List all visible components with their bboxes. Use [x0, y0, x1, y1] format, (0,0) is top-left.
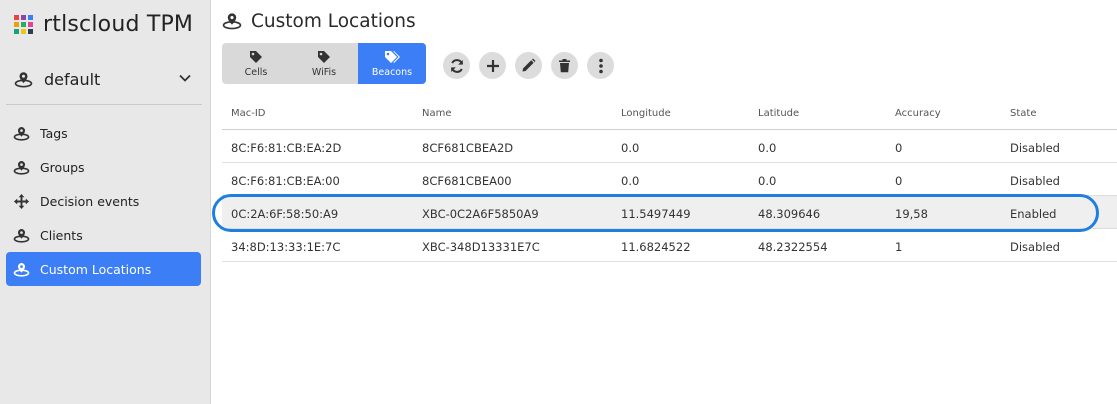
refresh-icon: [450, 58, 463, 73]
location-pin-icon: [13, 262, 30, 277]
tenant-selector[interactable]: default: [14, 65, 196, 93]
cell-name: 8CF681CBEA00: [422, 174, 512, 188]
location-pin-icon: [222, 13, 242, 30]
chevron-down-icon: [179, 74, 191, 82]
add-button[interactable]: [479, 52, 506, 79]
tag-icon: [250, 50, 262, 63]
tags-icon: [385, 50, 400, 63]
sidebar-item-custom-locations[interactable]: Custom Locations: [6, 252, 201, 286]
cell-accuracy: 0: [895, 174, 903, 188]
sidebar-item-label: Custom Locations: [40, 261, 152, 277]
sidebar-nav: Tags Groups Decision events Clients Cust…: [6, 116, 201, 286]
table-row[interactable]: 8C:F6:81:CB:EA:00 8CF681CBEA00 0.0 0.0 0…: [222, 163, 1117, 196]
cell-longitude: 11.5497449: [621, 207, 691, 221]
sidebar-item-label: Tags: [40, 125, 68, 141]
cell-latitude: 48.309646: [758, 207, 821, 221]
tag-icon: [318, 50, 330, 63]
sidebar-item-decision-events[interactable]: Decision events: [6, 184, 201, 218]
edit-button[interactable]: [515, 52, 542, 79]
cell-accuracy: 1: [895, 240, 903, 254]
cell-longitude: 0.0: [621, 141, 640, 155]
cell-latitude: 0.0: [758, 141, 777, 155]
cell-state: Disabled: [1010, 240, 1060, 254]
cell-state: Disabled: [1010, 141, 1060, 155]
sidebar-item-tags[interactable]: Tags: [6, 116, 201, 150]
cell-accuracy: 19,58: [895, 207, 928, 221]
tab-label: Cells: [244, 66, 268, 78]
table-header: Mac-ID Name Longitude Latitude Accuracy …: [222, 98, 1117, 130]
location-type-tabs: Cells WiFis Beacons: [222, 43, 426, 84]
brand[interactable]: rtlscloud TPM: [14, 10, 193, 38]
cell-latitude: 0.0: [758, 174, 777, 188]
location-pin-icon: [13, 160, 30, 175]
page-title: Custom Locations: [251, 10, 416, 32]
page-header: Custom Locations: [222, 9, 416, 33]
sidebar-item-label: Clients: [40, 227, 83, 243]
location-pin-icon: [13, 126, 30, 141]
move-arrows-icon: [13, 193, 30, 209]
column-header-longitude[interactable]: Longitude: [621, 98, 671, 129]
cell-name: XBC-348D13331E7C: [422, 240, 540, 254]
cell-mac-id: 34:8D:13:33:1E:7C: [231, 240, 341, 254]
location-pin-icon: [13, 228, 30, 243]
column-header-accuracy[interactable]: Accuracy: [895, 98, 941, 129]
sidebar-divider: [6, 104, 202, 105]
table-row-highlighted[interactable]: 0C:2A:6F:58:50:A9 XBC-0C2A6F5850A9 11.54…: [222, 196, 1117, 229]
brand-name: rtlscloud TPM: [43, 11, 194, 37]
cell-mac-id: 8C:F6:81:CB:EA:2D: [231, 141, 342, 155]
cell-state: Disabled: [1010, 174, 1060, 188]
tenant-label: default: [44, 69, 101, 89]
sidebar-item-label: Decision events: [40, 193, 140, 209]
plus-icon: [486, 59, 499, 72]
tab-label: WiFis: [311, 66, 337, 78]
more-vertical-icon: [598, 58, 603, 73]
brand-logo: [14, 14, 33, 34]
cell-longitude: 11.6824522: [621, 240, 691, 254]
cell-latitude: 48.2322554: [758, 240, 828, 254]
refresh-button[interactable]: [443, 52, 470, 79]
table-row[interactable]: 8C:F6:81:CB:EA:2D 8CF681CBEA2D 0.0 0.0 0…: [222, 130, 1117, 163]
tab-wifis[interactable]: WiFis: [290, 43, 358, 84]
column-header-state[interactable]: State: [1010, 98, 1036, 129]
cell-mac-id: 0C:2A:6F:58:50:A9: [231, 207, 339, 221]
sidebar: rtlscloud TPM default Tags Groups Decisi…: [0, 0, 211, 404]
tab-label: Beacons: [371, 66, 413, 78]
tab-cells[interactable]: Cells: [222, 43, 290, 84]
more-button[interactable]: [587, 52, 614, 79]
delete-button[interactable]: [551, 52, 578, 79]
cell-accuracy: 0: [895, 141, 903, 155]
cell-mac-id: 8C:F6:81:CB:EA:00: [231, 174, 340, 188]
beacons-table: Mac-ID Name Longitude Latitude Accuracy …: [222, 98, 1117, 262]
sidebar-item-clients[interactable]: Clients: [6, 218, 201, 252]
location-pin-icon: [14, 71, 33, 88]
table-row[interactable]: 34:8D:13:33:1E:7C XBC-348D13331E7C 11.68…: [222, 229, 1117, 262]
column-header-latitude[interactable]: Latitude: [758, 98, 799, 129]
column-header-name[interactable]: Name: [422, 98, 452, 129]
trash-icon: [559, 59, 570, 73]
cell-name: 8CF681CBEA2D: [422, 141, 514, 155]
tab-beacons[interactable]: Beacons: [358, 43, 426, 84]
sidebar-item-label: Groups: [40, 159, 85, 175]
column-header-mac-id[interactable]: Mac-ID: [231, 98, 266, 129]
cell-name: XBC-0C2A6F5850A9: [422, 207, 539, 221]
cell-state: Enabled: [1010, 207, 1057, 221]
sidebar-item-groups[interactable]: Groups: [6, 150, 201, 184]
pencil-icon: [522, 58, 536, 72]
cell-longitude: 0.0: [621, 174, 640, 188]
